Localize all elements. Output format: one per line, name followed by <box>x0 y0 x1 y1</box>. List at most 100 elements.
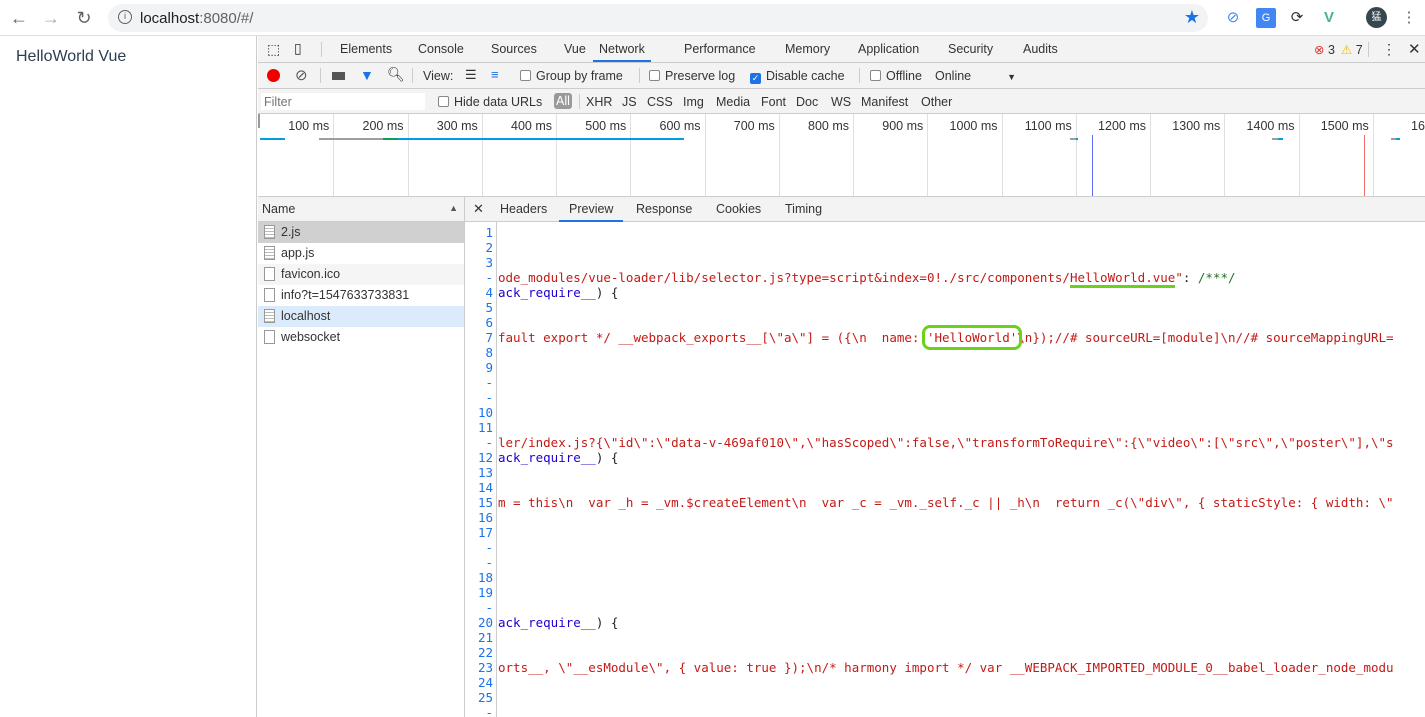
disable-cache-checkbox[interactable]: ✓ Disable cache <box>750 69 845 84</box>
code-token: ack_require__ <box>498 450 596 465</box>
more-options-icon[interactable]: ⋮ <box>1382 41 1396 58</box>
code-line: 20 ack_require__) { <box>465 615 618 630</box>
line-number: - <box>485 540 493 555</box>
code-line: 7 fault export */ __webpack_exports__[\"a… <box>465 325 1394 350</box>
tab-console[interactable]: Console <box>418 36 464 62</box>
group-by-frame-checkbox[interactable]: Group by frame <box>520 69 623 83</box>
search-icon[interactable]: 🔍︎ <box>387 66 405 83</box>
code-line: - <box>465 705 493 717</box>
timeline-tick-label: 300 ms <box>436 119 478 133</box>
code-line: 25 <box>465 690 493 705</box>
filter-type-other[interactable]: Other <box>921 95 952 109</box>
code-token: ) { <box>595 450 619 465</box>
filter-type-xhr[interactable]: XHR <box>586 95 612 109</box>
request-row[interactable]: 2.js <box>258 222 464 243</box>
code-line: 12 ack_require__) { <box>465 450 618 465</box>
timeline-tick-label: 1200 ms <box>1098 119 1146 133</box>
request-row[interactable]: app.js <box>258 243 464 264</box>
offline-checkbox[interactable]: Offline <box>870 69 922 83</box>
filter-input[interactable] <box>261 93 425 110</box>
preserve-log-checkbox[interactable]: Preserve log <box>649 69 735 83</box>
tab-performance[interactable]: Performance <box>684 36 756 62</box>
request-row[interactable]: favicon.ico <box>258 264 464 285</box>
tab-security[interactable]: Security <box>948 36 993 62</box>
line-number: 6 <box>485 315 493 330</box>
bookmark-star-icon[interactable]: ★ <box>1184 7 1200 28</box>
detail-tab-headers[interactable]: Headers <box>500 197 547 222</box>
translate-icon[interactable]: G <box>1256 8 1276 28</box>
back-button[interactable]: ← <box>9 8 29 28</box>
code-line: - <box>465 390 493 405</box>
tab-memory[interactable]: Memory <box>785 36 830 62</box>
chevron-down-icon: ▼ <box>1007 72 1017 82</box>
waterfall-icon[interactable]: ≡ <box>491 67 499 82</box>
detail-tab-timing[interactable]: Timing <box>785 197 822 222</box>
code-line: 10 <box>465 405 493 420</box>
tab-sources[interactable]: Sources <box>491 36 537 62</box>
inspect-element-icon[interactable]: ⬚ <box>267 41 280 58</box>
detail-tab-bar: ✕ Headers Preview Response Cookies Timing <box>465 197 1425 222</box>
tab-audits[interactable]: Audits <box>1023 36 1058 62</box>
reload-button[interactable]: ↻ <box>74 8 94 28</box>
code-text: ack_require__) { <box>498 615 618 630</box>
network-overview-timeline[interactable]: 100 ms 200 ms 300 ms 400 ms 500 ms 600 ms 700 … <box>258 114 1425 197</box>
code-line: - <box>465 540 493 555</box>
detail-tab-response[interactable]: Response <box>636 197 692 222</box>
code-line: 5 <box>465 300 493 315</box>
close-detail-icon[interactable]: ✕ <box>473 201 484 217</box>
detail-tab-cookies[interactable]: Cookies <box>716 197 761 222</box>
tab-network[interactable]: Network <box>593 36 651 62</box>
filter-icon[interactable]: ▼ <box>360 67 374 83</box>
warning-count[interactable]: ⚠ 7 <box>1341 42 1363 57</box>
code-line: 16 <box>465 510 493 525</box>
filter-type-manifest[interactable]: Manifest <box>861 95 908 109</box>
request-name: app.js <box>281 246 315 260</box>
large-rows-icon[interactable]: ☰ <box>465 67 477 83</box>
line-number: 22 <box>477 645 493 660</box>
request-name: favicon.ico <box>281 267 341 281</box>
filter-type-media[interactable]: Media <box>716 95 750 109</box>
vue-devtools-icon[interactable]: V <box>1319 8 1339 28</box>
record-icon[interactable] <box>267 69 280 82</box>
avatar[interactable]: 猛 <box>1366 7 1387 28</box>
filter-type-font[interactable]: Font <box>761 95 786 109</box>
code-token: orts__, \"__esModule\", { value: true })… <box>498 660 1394 675</box>
timeline-tick-label: 1500 ms <box>1320 119 1369 133</box>
preview-code[interactable]: 1 2 3- ode_modules/vue-loader/lib/selector.… <box>465 222 1425 717</box>
throttling-select[interactable]: Online ▼ <box>935 69 1016 83</box>
tab-application[interactable]: Application <box>858 36 919 62</box>
name-column-header[interactable]: Name ▲ <box>258 197 464 222</box>
request-row[interactable]: websocket <box>258 327 464 348</box>
filter-type-ws[interactable]: WS <box>831 95 851 109</box>
sync-icon[interactable]: ⟳ <box>1287 8 1307 28</box>
line-number: - <box>485 375 493 390</box>
request-row[interactable]: info?t=1547633733831 <box>258 285 464 306</box>
filter-type-css[interactable]: CSS <box>647 95 673 109</box>
error-count[interactable]: ⊗ 3 <box>1314 42 1335 57</box>
line-number: 15 <box>477 495 493 510</box>
adblock-icon[interactable]: ⊘ <box>1223 8 1243 28</box>
address-bar[interactable]: i localhost:8080/#/ ★ <box>108 4 1208 32</box>
filter-type-js[interactable]: JS <box>622 95 637 109</box>
request-name: localhost <box>281 309 331 323</box>
filter-type-all[interactable]: All <box>554 93 572 109</box>
filter-type-doc[interactable]: Doc <box>796 95 818 109</box>
info-icon[interactable]: i <box>118 10 132 24</box>
detail-tab-preview[interactable]: Preview <box>559 197 624 222</box>
request-row[interactable]: localhost <box>258 306 464 327</box>
forward-button[interactable]: → <box>41 8 61 28</box>
menu-icon[interactable]: ⋮ <box>1399 8 1419 28</box>
filter-type-img[interactable]: Img <box>683 95 704 109</box>
code-line: 14 <box>465 480 493 495</box>
line-number: 2 <box>485 240 493 255</box>
tab-vue[interactable]: Vue <box>564 36 586 62</box>
filter-bar: Hide data URLs All XHR JS CSS Img Media Font Do… <box>258 89 1425 114</box>
tab-elements[interactable]: Elements <box>340 36 392 62</box>
warning-icon: ⚠ <box>1341 43 1353 57</box>
capture-screenshots-icon[interactable] <box>332 72 345 80</box>
close-devtools-icon[interactable]: ✕ <box>1408 40 1421 58</box>
device-toolbar-icon[interactable]: ▯ <box>294 40 302 57</box>
hide-data-urls-checkbox[interactable]: Hide data URLs <box>438 95 542 109</box>
clear-icon[interactable]: ⊘ <box>295 66 308 84</box>
line-number: - <box>485 270 493 285</box>
